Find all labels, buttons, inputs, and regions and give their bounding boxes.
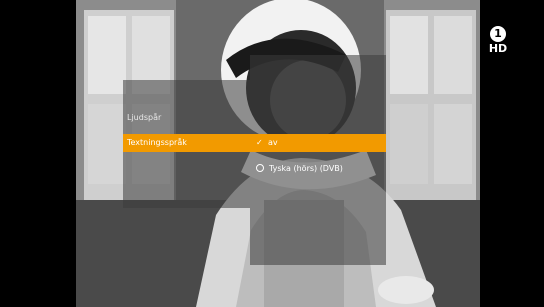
- menu-item-audio-track[interactable]: Ljudspår: [123, 109, 250, 127]
- das-erste-1-icon: [490, 26, 506, 42]
- check-icon: ✓: [256, 138, 263, 147]
- menu-item-label: Textningsspråk: [127, 138, 187, 147]
- audio-subtitle-menu: Ljudspår Textningsspråk: [123, 80, 250, 208]
- menu-item-subtitle-language[interactable]: Textningsspråk: [123, 134, 250, 152]
- channel-logo: HD: [484, 26, 512, 55]
- menu-item-label: Ljudspår: [127, 113, 162, 122]
- pillarbox-left: [0, 0, 76, 307]
- tv-screen: HD Ljudspår Textningsspråk ✓ av Tyska (hö…: [0, 0, 544, 307]
- hd-badge: HD: [488, 42, 508, 55]
- subtitle-option-german[interactable]: Tyska (hörs) (DVB): [250, 160, 386, 178]
- subtitle-option-off[interactable]: ✓ av: [250, 134, 386, 152]
- option-label: Tyska (hörs) (DVB): [269, 164, 343, 173]
- option-label: av: [268, 138, 278, 147]
- radio-icon: [256, 164, 264, 172]
- subtitle-options-menu: ✓ av Tyska (hörs) (DVB): [250, 55, 386, 265]
